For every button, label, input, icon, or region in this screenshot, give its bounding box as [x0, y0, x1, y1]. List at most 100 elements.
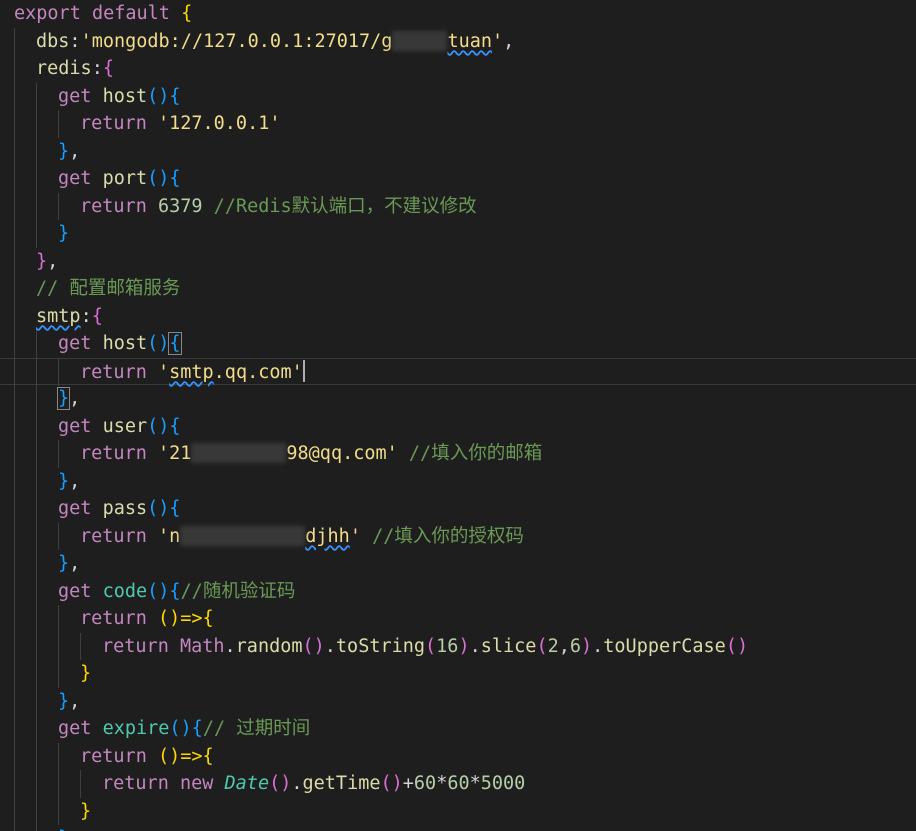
indent-guide	[14, 385, 15, 413]
code-line[interactable]: return new Date().getTime()+60*60*5000	[0, 770, 916, 798]
code-token: return	[80, 525, 147, 547]
code-token: 60	[413, 773, 437, 794]
code-token: get	[58, 718, 92, 739]
code-text: redis:{	[36, 55, 114, 83]
code-token: return	[80, 113, 147, 134]
indent-guide	[80, 770, 81, 798]
indent-guide	[36, 385, 37, 413]
code-line[interactable]: },	[0, 825, 916, 831]
code-token: (	[536, 635, 548, 657]
code-text: dbs:'mongodb://127.0.0.1:27017/g tuan',	[36, 28, 514, 56]
code-token: toString	[335, 635, 426, 657]
code-token: return	[80, 608, 147, 629]
code-token: expire	[102, 718, 170, 739]
code-text: return '21 98@qq.com' //填入你的邮箱	[80, 440, 542, 468]
code-line[interactable]: return ()=>{	[0, 605, 916, 633]
code-token: :	[69, 30, 81, 52]
code-line[interactable]: },	[0, 137, 916, 166]
code-line[interactable]: },	[0, 385, 916, 413]
indent-guide	[14, 358, 15, 386]
code-line[interactable]: redis:{	[0, 55, 916, 83]
indent-guide	[14, 495, 15, 523]
indent-guide	[14, 440, 15, 468]
indent-guide	[58, 742, 59, 770]
code-line[interactable]: },	[0, 687, 916, 715]
code-token: {	[102, 58, 114, 79]
indent-guide	[36, 220, 37, 248]
code-line[interactable]: return 6379 //Redis默认端口，不建议修改	[0, 192, 916, 220]
code-line[interactable]: return ()=>{	[0, 742, 916, 771]
code-token: )	[458, 635, 470, 657]
current-code-line[interactable]: return 'smtp.qq.com'	[0, 357, 916, 386]
indent-guide	[36, 467, 37, 495]
code-token: return	[102, 635, 169, 657]
code-token: .	[469, 635, 481, 657]
code-line[interactable]: get user(){	[0, 412, 916, 440]
code-token: {	[191, 718, 203, 739]
code-token: //填入你的授权码	[372, 525, 524, 547]
code-line[interactable]: }	[0, 797, 916, 826]
indent-guide	[14, 27, 15, 55]
code-line[interactable]: return Math.random().toString(16).slice(…	[0, 632, 916, 660]
code-text: },	[58, 138, 80, 166]
code-token: .	[592, 635, 604, 657]
code-line[interactable]: smtp:{	[0, 302, 916, 330]
indent-guide	[36, 632, 37, 660]
code-line[interactable]: get pass(){	[0, 495, 916, 523]
code-line[interactable]: export default {	[0, 0, 916, 28]
code-token: .qq.com'	[213, 361, 303, 383]
code-token: smtp	[169, 361, 214, 383]
indent-guide	[14, 110, 15, 138]
code-token: 2	[547, 635, 559, 657]
indent-guide	[36, 770, 37, 798]
code-line[interactable]: get host(){	[0, 330, 916, 358]
code-token: smtp	[36, 305, 81, 327]
code-line[interactable]: get port(){	[0, 165, 916, 193]
code-line[interactable]: dbs:'mongodb://127.0.0.1:27017/g tuan',	[0, 27, 916, 56]
indent-guide	[36, 715, 37, 743]
code-token: get	[58, 85, 92, 107]
code-text: }	[80, 798, 91, 826]
code-text: return '127.0.0.1'	[80, 110, 281, 138]
code-text: get port(){	[58, 165, 181, 193]
code-token: //随机验证码	[180, 580, 296, 602]
code-token: *	[436, 773, 448, 794]
code-token: code	[102, 580, 148, 602]
indent-guide	[58, 632, 59, 660]
code-line[interactable]: },	[0, 247, 916, 275]
code-line[interactable]: get expire(){// 过期时间	[0, 715, 916, 743]
code-text: }	[58, 220, 69, 248]
code-line[interactable]: return '21 98@qq.com' //填入你的邮箱	[0, 440, 916, 468]
indent-guide	[14, 302, 15, 330]
code-line[interactable]: return 'n djhh' //填入你的授权码	[0, 522, 916, 551]
code-line[interactable]: },	[0, 467, 916, 496]
indent-guide	[58, 358, 59, 386]
code-token: get	[58, 580, 92, 602]
code-token: ()	[147, 580, 170, 602]
code-line[interactable]: get code(){//随机验证码	[0, 577, 916, 605]
indent-guide	[36, 687, 37, 715]
code-token: {	[169, 498, 181, 519]
code-text: get host(){	[58, 330, 182, 358]
code-text: return 'n djhh' //填入你的授权码	[80, 523, 524, 551]
code-line[interactable]: return '127.0.0.1'	[0, 110, 916, 138]
code-line[interactable]: get host(){	[0, 82, 916, 110]
indent-guide	[36, 605, 37, 633]
code-editor[interactable]: export default {dbs:'mongodb://127.0.0.1…	[0, 0, 916, 831]
indent-guide	[36, 797, 37, 825]
code-line[interactable]: }	[0, 220, 916, 248]
code-line[interactable]: }	[0, 660, 916, 688]
code-text: },	[58, 468, 80, 496]
redacted-text	[180, 525, 306, 546]
code-line[interactable]: },	[0, 550, 916, 578]
code-token: ()	[147, 498, 170, 519]
indent-guide	[14, 522, 15, 550]
code-text: return ()=>{	[80, 743, 214, 771]
code-token: +	[402, 773, 414, 794]
code-line[interactable]: // 配置邮箱服务	[0, 275, 916, 303]
code-token: }	[58, 223, 70, 244]
